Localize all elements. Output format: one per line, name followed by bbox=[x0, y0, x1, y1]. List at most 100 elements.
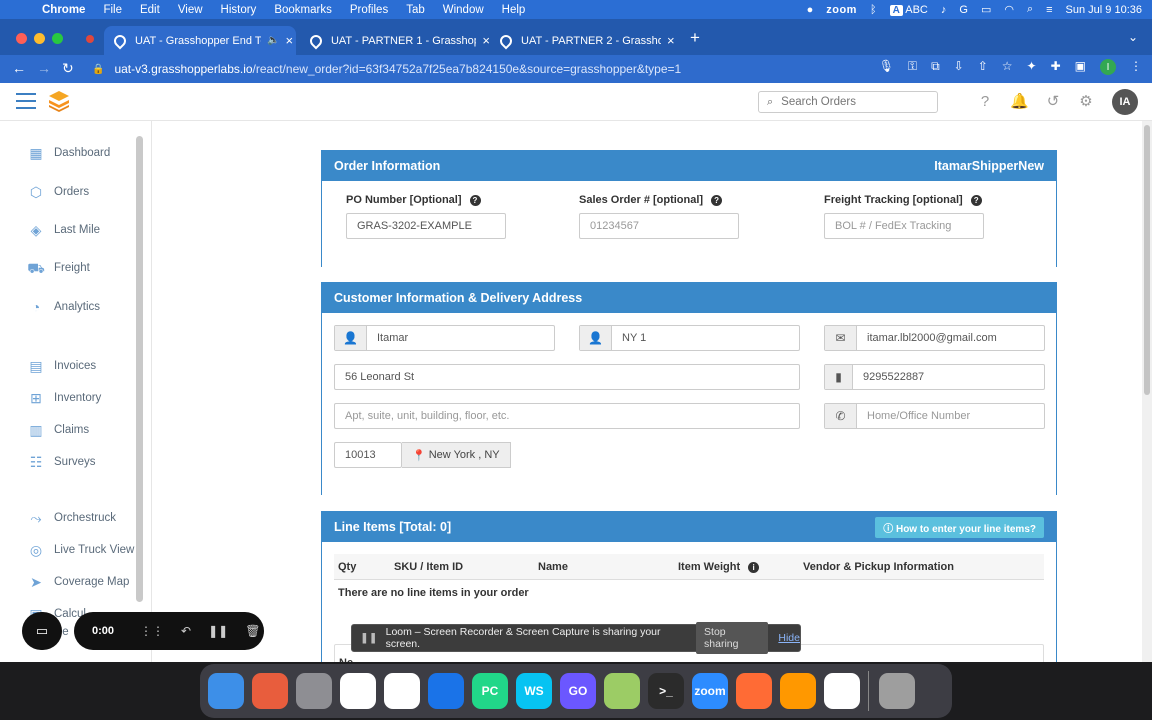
side-panel-icon[interactable]: ▣ bbox=[1075, 59, 1086, 75]
spotlight-icon[interactable]: ⌕ bbox=[1027, 3, 1033, 16]
menu-bookmarks[interactable]: Bookmarks bbox=[274, 4, 332, 16]
dock-goland-icon[interactable]: GO bbox=[560, 673, 596, 709]
hide-button[interactable]: Hide bbox=[778, 632, 800, 644]
search-orders-box[interactable]: ⌕ bbox=[758, 91, 938, 113]
lock-icon[interactable]: 🔒 bbox=[92, 64, 104, 75]
menu-window[interactable]: Window bbox=[443, 4, 484, 16]
freight-tracking-field[interactable] bbox=[824, 213, 984, 239]
tab-partner-2[interactable]: UAT - PARTNER 2 - Grasshopp × bbox=[490, 26, 686, 55]
zoom-status[interactable]: zoom bbox=[826, 4, 857, 16]
profile-avatar[interactable]: I bbox=[1100, 59, 1116, 75]
question-icon[interactable]: ? bbox=[469, 194, 481, 206]
back-button[interactable]: ← bbox=[12, 60, 26, 76]
audio-icon[interactable]: 🔈 bbox=[267, 35, 279, 46]
sidebar-item-orchestruck[interactable]: ⤳ Orchestruck bbox=[26, 509, 116, 527]
freight-tracking-input[interactable] bbox=[825, 214, 983, 238]
sidebar-item-dashboard[interactable]: ▦ Dashboard bbox=[26, 144, 110, 162]
dock-launchpad-icon[interactable] bbox=[252, 673, 288, 709]
user-avatar[interactable]: IA bbox=[1112, 89, 1138, 115]
gear-icon[interactable]: ⚙ bbox=[1077, 93, 1095, 111]
sidebar-item-orders[interactable]: ⬡ Orders bbox=[26, 183, 89, 201]
sidebar-item-live-truck-view[interactable]: ◎ Live Truck View bbox=[26, 541, 134, 559]
grammarly-icon[interactable]: G bbox=[959, 4, 968, 16]
extension-grasshopper-icon[interactable]: ✦ bbox=[1027, 59, 1037, 75]
question-icon[interactable]: ? bbox=[711, 194, 723, 206]
how-to-line-items-button[interactable]: ⓘ How to enter your line items? bbox=[875, 516, 1044, 538]
email-field[interactable]: ✉ bbox=[824, 325, 1045, 351]
menu-help[interactable]: Help bbox=[502, 4, 526, 16]
sales-order-input[interactable] bbox=[580, 214, 738, 238]
battery-icon[interactable]: ▭ bbox=[981, 3, 991, 16]
last-name-field[interactable]: 👤 bbox=[579, 325, 800, 351]
first-name-input[interactable] bbox=[367, 326, 554, 350]
sidebar-item-last-mile[interactable]: ◈ Last Mile bbox=[26, 221, 100, 239]
page-scrollbar-thumb[interactable] bbox=[1144, 125, 1150, 395]
undo-icon[interactable]: ↶ bbox=[181, 624, 191, 638]
close-tab-icon[interactable]: × bbox=[667, 33, 675, 48]
email-input[interactable] bbox=[857, 326, 1044, 350]
bell-icon[interactable]: 🔔 bbox=[1010, 93, 1029, 111]
menu-app[interactable]: Chrome bbox=[42, 4, 85, 16]
dock-linear-icon[interactable] bbox=[604, 673, 640, 709]
dock-webstorm-icon[interactable]: WS bbox=[516, 673, 552, 709]
dock-zoom-icon[interactable]: zoom bbox=[692, 673, 728, 709]
dock-maps-icon[interactable] bbox=[428, 673, 464, 709]
open-in-app-icon[interactable]: ⧉ bbox=[931, 59, 940, 75]
dock-finder-icon[interactable] bbox=[208, 673, 244, 709]
clock[interactable]: Sun Jul 9 10:36 bbox=[1066, 4, 1142, 16]
close-tab-icon[interactable]: × bbox=[285, 33, 293, 48]
sidebar-item-analytics[interactable]: ◔ Analytics bbox=[26, 298, 100, 316]
tab-search-chevron-icon[interactable]: ⌄ bbox=[1128, 30, 1138, 44]
forward-button[interactable]: → bbox=[37, 60, 51, 76]
extensions-puzzle-icon[interactable]: ✚ bbox=[1051, 59, 1061, 75]
menu-history[interactable]: History bbox=[221, 4, 257, 16]
last-name-input[interactable] bbox=[612, 326, 799, 350]
loom-camera-button[interactable]: ▭ bbox=[22, 612, 62, 650]
stop-sharing-button[interactable]: Stop sharing bbox=[696, 622, 769, 654]
search-orders-input[interactable] bbox=[781, 96, 922, 108]
recording-icon[interactable]: ● bbox=[807, 4, 814, 16]
bluetooth-icon[interactable]: ᛒ bbox=[870, 4, 877, 16]
sidebar-scrollbar[interactable] bbox=[136, 136, 143, 602]
sidebar-item-surveys[interactable]: ☷ Surveys bbox=[26, 453, 96, 471]
dock-sublime-icon[interactable] bbox=[780, 673, 816, 709]
key-icon[interactable]: ⚿ bbox=[908, 59, 917, 75]
po-number-input[interactable] bbox=[347, 214, 505, 238]
window-zoom-button[interactable] bbox=[52, 33, 63, 44]
dock-slack-icon[interactable] bbox=[384, 673, 420, 709]
trash-icon[interactable]: 🗑 bbox=[245, 624, 260, 638]
page-scrollbar[interactable] bbox=[1142, 121, 1152, 662]
window-minimize-button[interactable] bbox=[34, 33, 45, 44]
dock-pycharm-icon[interactable]: PC bbox=[472, 673, 508, 709]
address-input[interactable] bbox=[335, 365, 799, 389]
question-icon[interactable]: ? bbox=[970, 194, 982, 206]
dock-chrome-icon[interactable] bbox=[340, 673, 376, 709]
install-icon[interactable]: ⇩ bbox=[954, 59, 964, 75]
menu-profiles[interactable]: Profiles bbox=[350, 4, 388, 16]
input-source[interactable]: A ABC bbox=[889, 4, 928, 16]
pause-icon[interactable]: ❚❚ bbox=[208, 624, 228, 638]
reload-button[interactable]: ↻ bbox=[62, 60, 74, 77]
new-tab-button[interactable]: + bbox=[690, 28, 700, 48]
grasshopper-logo-icon[interactable] bbox=[48, 90, 70, 112]
wifi-icon[interactable]: ◠ bbox=[1004, 3, 1014, 16]
info-icon[interactable]: i bbox=[748, 562, 760, 573]
sidebar-item-invoices[interactable]: ▤ Invoices bbox=[26, 357, 96, 375]
help-icon[interactable]: ? bbox=[976, 93, 994, 111]
mobile-phone-field[interactable]: ▮ bbox=[824, 364, 1045, 390]
bookmark-star-icon[interactable]: ☆ bbox=[1002, 59, 1013, 75]
dock-pen-icon[interactable] bbox=[736, 673, 772, 709]
chrome-menu-icon[interactable]: ⋮ bbox=[1130, 59, 1142, 75]
menu-edit[interactable]: Edit bbox=[140, 4, 160, 16]
sidebar-item-freight[interactable]: ⛟ Freight bbox=[26, 259, 90, 277]
drag-handle-icon[interactable]: ❚❚ bbox=[360, 632, 378, 644]
control-center-icon[interactable]: ≡ bbox=[1046, 4, 1052, 16]
tab-uat-end-to-end[interactable]: UAT - Grasshopper End To 🔈 × bbox=[104, 26, 296, 55]
history-icon[interactable]: ↺ bbox=[1044, 93, 1062, 111]
zip-field[interactable] bbox=[334, 442, 402, 468]
grid-icon[interactable]: ⋮⋮ bbox=[140, 624, 164, 638]
home-phone-input[interactable] bbox=[857, 404, 1044, 428]
sidebar-item-coverage-map[interactable]: ➤ Coverage Map bbox=[26, 573, 129, 591]
sidebar-item-inventory[interactable]: ⊞ Inventory bbox=[26, 389, 101, 407]
sales-order-field[interactable] bbox=[579, 213, 739, 239]
